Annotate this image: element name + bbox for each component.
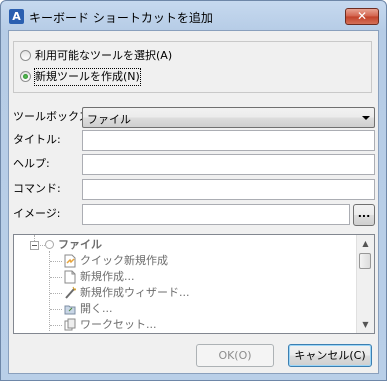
close-button[interactable]: ✕	[345, 8, 379, 25]
command-field[interactable]	[82, 179, 375, 200]
radio-label-create-new: 新規ツールを作成(N)	[34, 68, 141, 86]
ok-button[interactable]: OK(O)	[196, 344, 274, 367]
quick-new-icon	[64, 254, 76, 268]
tree-connector	[50, 325, 62, 326]
image-label: イメージ:	[13, 207, 61, 220]
title-bar[interactable]: A キーボード ショートカットを追加 ✕	[1, 1, 386, 29]
dialog-window: A キーボード ショートカットを追加 ✕ 利用可能なツールを選択(A) 新規ツー…	[0, 0, 387, 381]
collapse-icon[interactable]	[30, 241, 39, 250]
scroll-up-arrow-icon[interactable]: ▲	[358, 236, 373, 251]
dropdown-arrow-icon[interactable]	[362, 116, 370, 120]
tree-item[interactable]: ワークセット...	[14, 317, 344, 333]
dialog-client-area: 利用可能なツールを選択(A) 新規ツールを作成(N) ツールボックス: ファイル…	[8, 30, 379, 374]
tree-item-label: ワークセット...	[80, 318, 157, 331]
toolbox-selected-value: ファイル	[87, 113, 131, 126]
tree-scrollbar[interactable]: ▲ ▼	[356, 235, 374, 333]
new-document-icon	[64, 270, 76, 284]
tree-connector	[50, 261, 62, 262]
tree-root-node[interactable]: ファイル	[14, 237, 344, 253]
tree-connector	[50, 277, 62, 278]
wizard-icon	[65, 286, 76, 299]
open-folder-icon	[64, 305, 76, 315]
cancel-button[interactable]: キャンセル(C)	[288, 344, 372, 367]
workset-icon	[64, 318, 76, 331]
tree-item[interactable]: 開く...	[14, 301, 344, 317]
tree-connector	[50, 293, 62, 294]
scroll-down-arrow-icon[interactable]: ▼	[358, 317, 373, 332]
tree-item[interactable]: クイック新規作成	[14, 253, 344, 269]
tree-connector	[50, 309, 62, 310]
radio-indicator-selected-icon[interactable]	[20, 71, 31, 82]
command-label: コマンド:	[13, 182, 61, 195]
tree-item-label: 新規作成ウィザード...	[80, 286, 190, 299]
help-field[interactable]	[82, 154, 375, 175]
node-circle-icon	[45, 240, 54, 249]
tree-item[interactable]: 新規作成...	[14, 269, 344, 285]
radio-label-select-existing: 利用可能なツールを選択(A)	[35, 49, 173, 62]
tree-item[interactable]: 新規作成ウィザード...	[14, 285, 344, 301]
image-field[interactable]	[82, 204, 350, 225]
title-label: タイトル:	[13, 133, 61, 146]
title-field[interactable]	[82, 130, 375, 151]
radio-indicator-icon[interactable]	[20, 50, 31, 61]
tree-item-label: 開く...	[80, 302, 113, 315]
tool-tree-view[interactable]: ファイル クイック新規作成 新規作成... 新規作成ウィザード... 開く...…	[13, 234, 375, 334]
toolbox-select[interactable]: ファイル	[82, 107, 375, 128]
browse-button[interactable]: ...	[353, 204, 375, 226]
help-label: ヘルプ:	[13, 157, 50, 170]
tree-root-label: ファイル	[58, 238, 102, 251]
dialog-title: キーボード ショートカットを追加	[29, 11, 213, 25]
tree-item-label: クイック新規作成	[80, 254, 168, 267]
source-option-group: 利用可能なツールを選択(A) 新規ツールを作成(N)	[13, 41, 372, 93]
app-logo-icon: A	[9, 9, 24, 24]
scroll-thumb[interactable]	[359, 253, 371, 269]
tree-item-label: 新規作成...	[80, 270, 135, 283]
